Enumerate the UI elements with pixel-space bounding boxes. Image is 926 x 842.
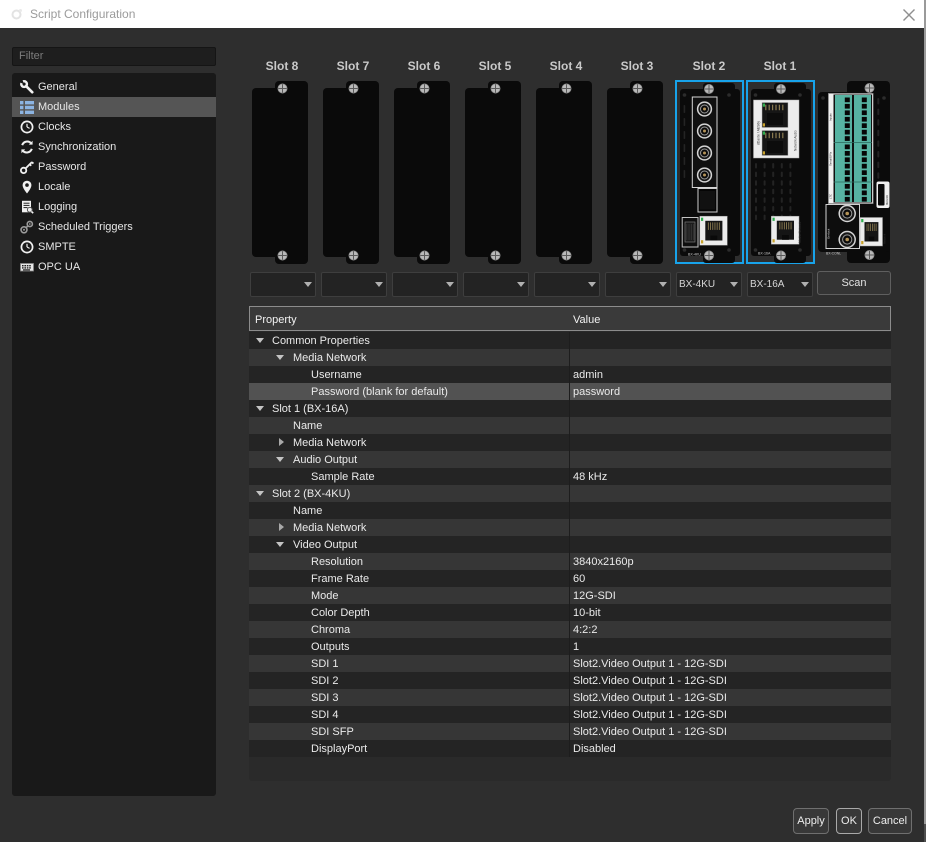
svg-text:Serial/GPIs: Serial/GPIs: [829, 151, 833, 166]
svg-text:dDante / AES6y: dDante / AES6y: [756, 120, 760, 144]
svg-text:MicroSD: MicroSD: [885, 195, 889, 205]
svg-text:LTC: LTC: [829, 194, 833, 199]
svg-text:BX-CONL: BX-CONL: [826, 252, 841, 256]
svg-text:Network: Network: [883, 233, 887, 244]
svg-text:Inputs: Inputs: [829, 113, 833, 121]
svg-text:Media Network: Media Network: [798, 221, 802, 243]
svg-text:BX-16A: BX-16A: [758, 251, 771, 255]
svg-text:Genlock: Genlock: [827, 228, 831, 239]
svg-text:BX-4KU: BX-4KU: [688, 252, 701, 256]
svg-text:Network Audio: Network Audio: [793, 130, 797, 151]
